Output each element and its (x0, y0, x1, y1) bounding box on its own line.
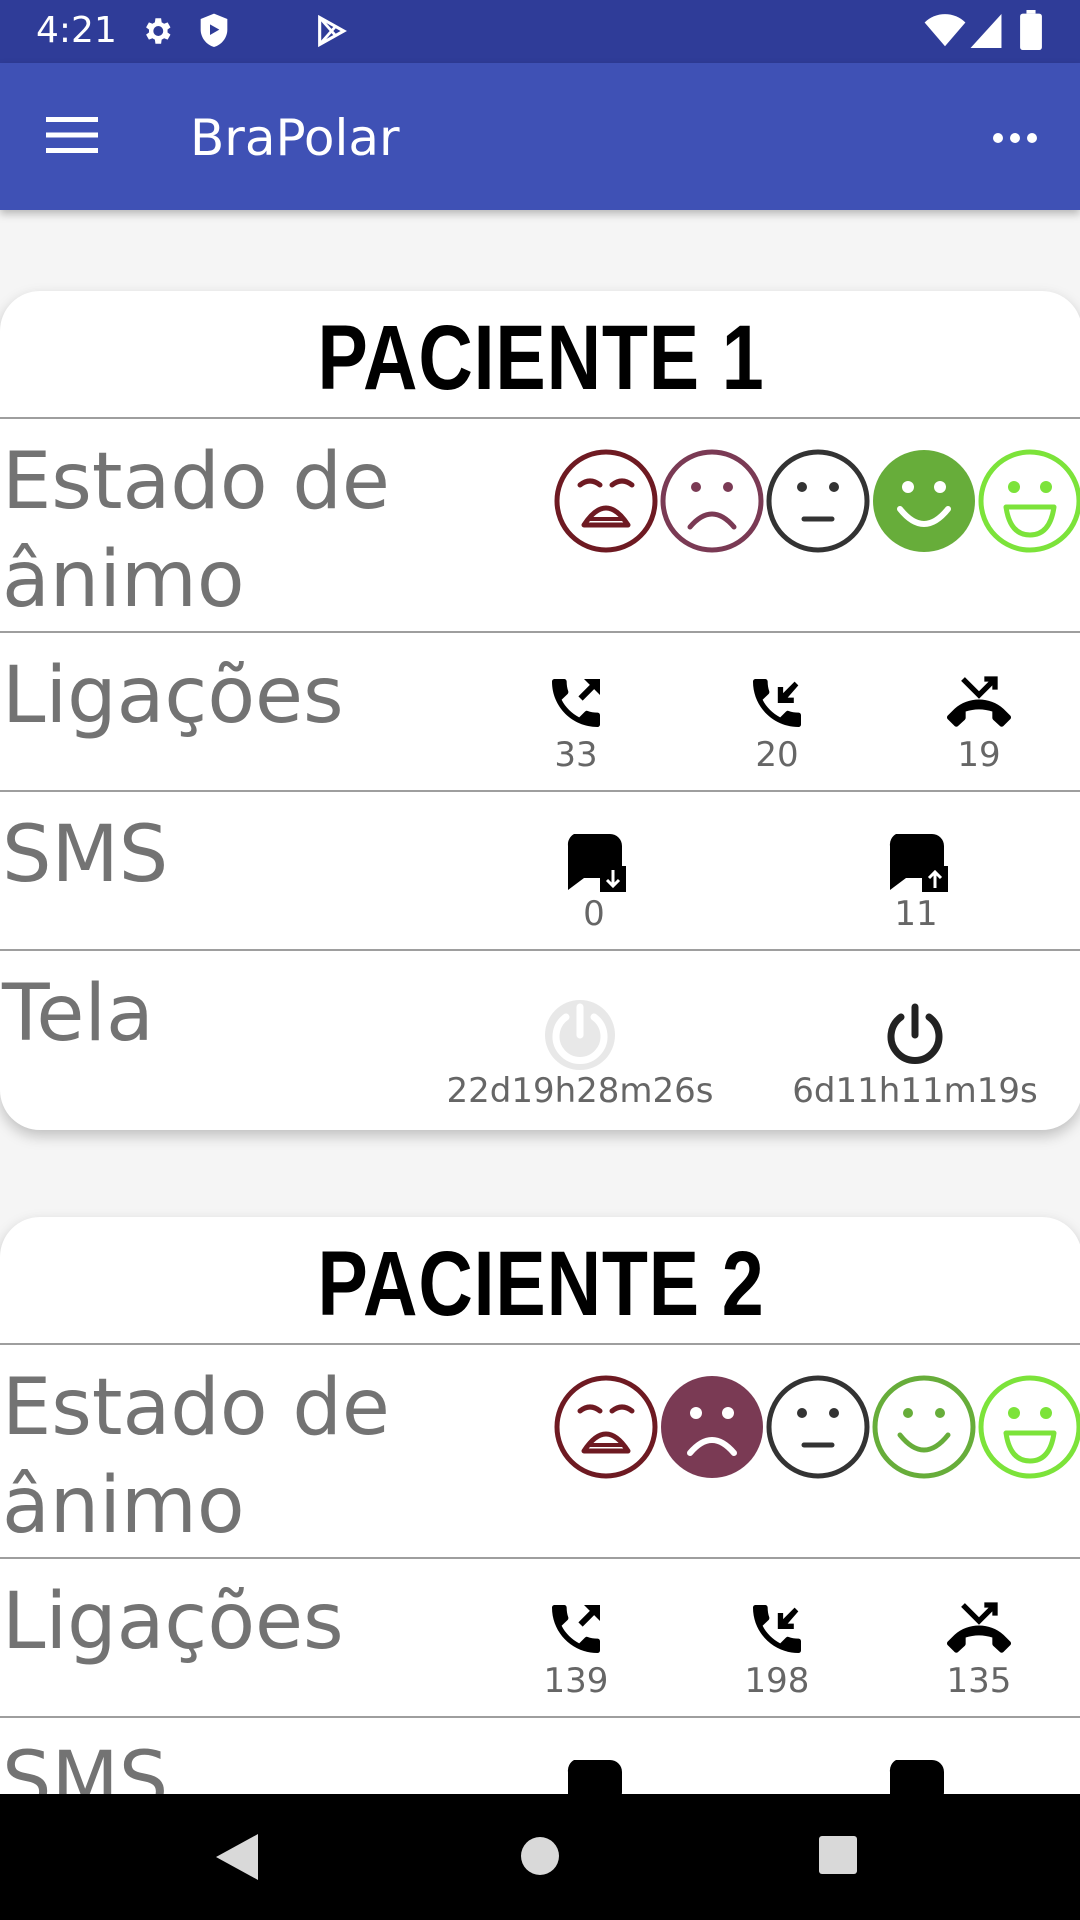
happy-face-icon[interactable] (872, 449, 976, 553)
play-store-icon (318, 14, 347, 48)
sms-sent (866, 1760, 966, 1794)
outgoing-calls: 139 (526, 1597, 626, 1701)
status-bar: 4:21 (0, 0, 1080, 63)
screen-label: Tela (2, 969, 154, 1059)
neutral-face-icon[interactable] (766, 449, 870, 553)
incoming-calls: 198 (727, 1597, 827, 1701)
calls-label: Ligações (2, 651, 344, 741)
sad-face-icon[interactable] (660, 449, 764, 553)
outgoing-calls-count: 33 (554, 735, 598, 775)
status-time: 4:21 (36, 10, 117, 51)
outgoing-calls-count: 139 (543, 1661, 609, 1701)
app-title: BraPolar (190, 109, 400, 167)
screen-row: Tela 22d19h28m26s 6d11h11m19s (0, 949, 1080, 1129)
sms-received-count: 0 (583, 894, 605, 934)
settings-icon (146, 18, 171, 44)
sms-received (544, 1760, 644, 1794)
call-outgoing-icon (552, 1605, 600, 1653)
sms-received-icon (567, 834, 626, 892)
incoming-calls-count: 20 (755, 735, 799, 775)
navigation-bar (0, 1794, 1080, 1920)
patient-title: PACIENTE 1 (317, 307, 765, 409)
sms-sent: 11 (866, 834, 966, 934)
missed-calls-count: 19 (957, 735, 1001, 775)
mood-label: Estado de ânimo (2, 1363, 390, 1551)
call-missed-icon (947, 676, 1011, 727)
mood-row: Estado de ânimo (0, 417, 1080, 631)
patient-list[interactable]: PACIENTE 1 Estado de ânimo Ligações 33 2… (0, 210, 1080, 1794)
call-missed-icon (947, 1602, 1011, 1653)
wifi-icon (924, 14, 966, 47)
missed-calls: 135 (929, 1597, 1029, 1701)
back-icon[interactable] (214, 1832, 260, 1882)
screen-on-time-value: 6d11h11m19s (792, 1071, 1038, 1111)
sms-label: SMS (2, 810, 169, 900)
very-sad-face-icon[interactable] (554, 449, 658, 553)
very-happy-face-icon[interactable] (978, 1375, 1080, 1479)
home-icon[interactable] (518, 1834, 562, 1878)
shield-icon (200, 13, 228, 47)
power-off-icon (545, 1000, 615, 1070)
call-incoming-icon (753, 1605, 801, 1653)
mood-row: Estado de ânimo (0, 1343, 1080, 1557)
calls-row: Ligações 33 20 19 (0, 631, 1080, 790)
mood-label: Estado de ânimo (2, 437, 390, 625)
menu-icon[interactable] (46, 115, 98, 155)
signal-icon (970, 14, 1002, 48)
sms-sent-count: 11 (894, 894, 938, 934)
screen-on-time: 6d11h11m19s (755, 995, 1075, 1111)
happy-face-icon[interactable] (872, 1375, 976, 1479)
sms-received-icon (567, 1760, 622, 1794)
more-options-icon[interactable] (990, 118, 1040, 158)
sms-sent-icon (889, 1760, 944, 1794)
incoming-calls: 20 (727, 671, 827, 775)
incoming-calls-count: 198 (744, 1661, 810, 1701)
missed-calls: 19 (929, 671, 1029, 775)
missed-calls-count: 135 (946, 1661, 1012, 1701)
calls-row: Ligações 139 198 135 (0, 1557, 1080, 1716)
patient-card: PACIENTE 1 Estado de ânimo Ligações 33 2… (0, 291, 1080, 1130)
sms-received: 0 (544, 834, 644, 934)
recents-icon[interactable] (817, 1834, 859, 1876)
sms-row: SMS 0 11 (0, 790, 1080, 949)
very-sad-face-icon[interactable] (554, 1375, 658, 1479)
battery-icon (1020, 10, 1042, 50)
call-incoming-icon (753, 679, 801, 727)
patient-card: PACIENTE 2 Estado de ânimo Ligações 139 … (0, 1217, 1080, 1794)
screen-off-time: 22d19h28m26s (420, 995, 740, 1111)
neutral-face-icon[interactable] (766, 1375, 870, 1479)
calls-label: Ligações (2, 1577, 344, 1667)
screen-off-time-value: 22d19h28m26s (446, 1071, 714, 1111)
sad-face-icon[interactable] (660, 1375, 764, 1479)
outgoing-calls: 33 (526, 671, 626, 775)
patient-title: PACIENTE 2 (317, 1233, 765, 1335)
power-on-icon (887, 1003, 943, 1064)
app-bar: BraPolar (0, 63, 1080, 210)
very-happy-face-icon[interactable] (978, 449, 1080, 553)
call-outgoing-icon (552, 679, 600, 727)
sms-row: SMS (0, 1716, 1080, 1794)
sms-label: SMS (2, 1736, 169, 1794)
sms-sent-icon (889, 834, 948, 892)
